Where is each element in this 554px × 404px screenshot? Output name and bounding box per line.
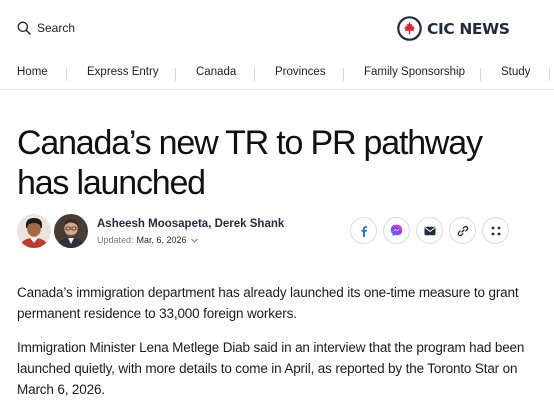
share-messenger-button[interactable] xyxy=(383,217,410,244)
search-label: Search xyxy=(37,21,76,35)
nav-divider xyxy=(549,68,550,81)
search-icon xyxy=(17,21,31,35)
link-icon xyxy=(457,225,468,236)
updated-date[interactable]: Updated: Mar, 6, 2026 xyxy=(97,235,199,245)
nav-item-study[interactable]: Study xyxy=(501,66,530,78)
author-avatar[interactable] xyxy=(54,214,88,248)
nav-divider xyxy=(254,68,255,81)
nav-item-home[interactable]: Home xyxy=(17,66,48,78)
article-paragraph: Immigration Minister Lena Metlege Diab s… xyxy=(17,340,525,397)
nav-item-canada[interactable]: Canada xyxy=(196,66,236,78)
messenger-icon xyxy=(390,224,403,237)
email-icon xyxy=(424,226,435,235)
site-logo[interactable]: CIC NEWS xyxy=(397,16,510,41)
nav-item-express-entry[interactable]: Express Entry xyxy=(87,66,159,78)
article-headline: Canada’s new TR to PR pathway has launch… xyxy=(17,124,483,202)
share-more-button[interactable] xyxy=(482,217,509,244)
updated-date-value: Mar, 6, 2026 xyxy=(136,235,187,245)
nav-divider xyxy=(66,68,67,81)
article-byline: Asheesh Moosapeta, Derek Shank Updated: … xyxy=(17,214,537,250)
main-nav: Home Express Entry Canada Provinces Fami… xyxy=(0,62,554,88)
share-email-button[interactable] xyxy=(416,217,443,244)
article-paragraph: Canada’s immigration department has alre… xyxy=(17,285,519,321)
nav-item-family-sponsorship[interactable]: Family Sponsorship xyxy=(364,66,465,78)
chevron-down-icon xyxy=(190,238,198,243)
nav-item-provinces[interactable]: Provinces xyxy=(275,66,326,78)
nav-divider xyxy=(480,68,481,81)
facebook-icon xyxy=(360,225,367,237)
search-button[interactable]: Search xyxy=(17,21,75,35)
author-avatar[interactable] xyxy=(17,214,51,248)
top-bar: Search CIC NEWS xyxy=(0,0,554,58)
logo-text: CIC NEWS xyxy=(427,19,510,38)
more-icon xyxy=(491,226,500,235)
share-facebook-button[interactable] xyxy=(350,217,377,244)
nav-divider xyxy=(343,68,344,81)
nav-divider-line xyxy=(0,89,554,90)
nav-divider xyxy=(175,68,176,81)
updated-label: Updated: xyxy=(97,235,134,245)
maple-leaf-logo-icon xyxy=(397,16,422,41)
author-names[interactable]: Asheesh Moosapeta, Derek Shank xyxy=(97,218,284,230)
share-copy-link-button[interactable] xyxy=(449,217,476,244)
